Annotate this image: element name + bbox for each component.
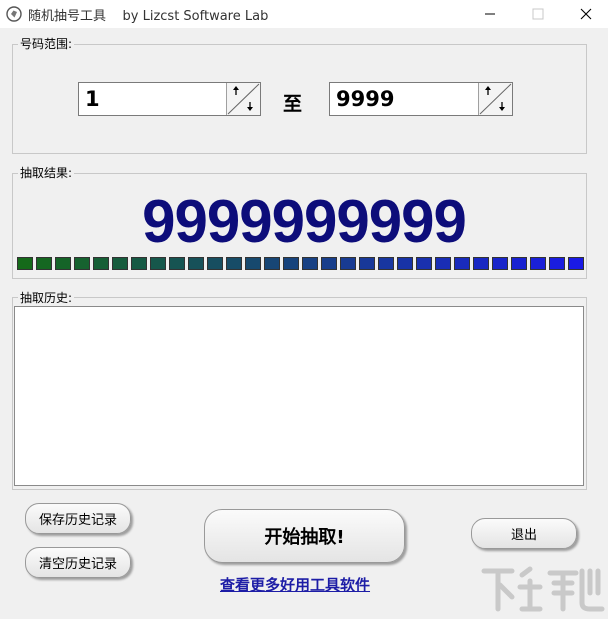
progress-segment [74,257,90,270]
maximize-button[interactable] [516,0,560,28]
spin-arrows-icon [227,83,260,115]
progress-segment [397,257,413,270]
close-icon [580,8,592,20]
clear-history-button[interactable]: 清空历史记录 [25,547,131,578]
range-to-label: 至 [283,93,303,115]
progress-segment [416,257,432,270]
range-from-field[interactable]: 1 [78,82,261,116]
progress-segment [568,257,584,270]
range-to-value: 9999 [336,87,395,111]
result-number: 9999999999 [142,188,467,255]
progress-segment [378,257,394,270]
start-draw-button[interactable]: 开始抽取! [204,509,405,563]
window-title: 随机抽号工具 by Lizcst Software Lab [28,9,269,24]
progress-segment [36,257,52,270]
history-list[interactable] [14,306,584,486]
progress-segment [359,257,375,270]
progress-segment [188,257,204,270]
progress-segment [340,257,356,270]
range-from-value: 1 [85,87,100,111]
progress-segment [283,257,299,270]
close-button[interactable] [564,0,608,28]
progress-segment [226,257,242,270]
watermark-logo [481,566,605,612]
spin-arrows-icon [479,83,512,115]
progress-segment [150,257,166,270]
save-history-button[interactable]: 保存历史记录 [25,503,131,534]
progress-segment [93,257,109,270]
progress-segment [264,257,280,270]
more-tools-link[interactable]: 查看更多好用工具软件 [220,574,370,595]
range-from-spinner[interactable] [226,83,260,115]
minimize-icon [485,13,495,15]
progress-segment [321,257,337,270]
title-bar: 随机抽号工具 by Lizcst Software Lab [0,0,608,28]
progress-segment [473,257,489,270]
progress-segment [530,257,546,270]
progress-segment [302,257,318,270]
range-group-label: 号码范围: [18,37,75,51]
progress-segment [549,257,565,270]
range-to-field[interactable]: 9999 [329,82,513,116]
progress-segment [492,257,508,270]
progress-segment [17,257,33,270]
exit-button[interactable]: 退出 [471,518,577,549]
maximize-icon [532,8,544,20]
minimize-button[interactable] [468,0,512,28]
progress-segment [511,257,527,270]
result-group-label: 抽取结果: [18,166,75,180]
progress-segment [131,257,147,270]
range-to-spinner[interactable] [478,83,512,115]
progress-segment [112,257,128,270]
history-group-label: 抽取历史: [18,291,75,305]
progress-segment [55,257,71,270]
app-icon [6,6,22,22]
progress-segment [245,257,261,270]
progress-segment [169,257,185,270]
progress-segment [207,257,223,270]
result-progress-bar [17,257,587,272]
progress-segment [454,257,470,270]
progress-segment [435,257,451,270]
